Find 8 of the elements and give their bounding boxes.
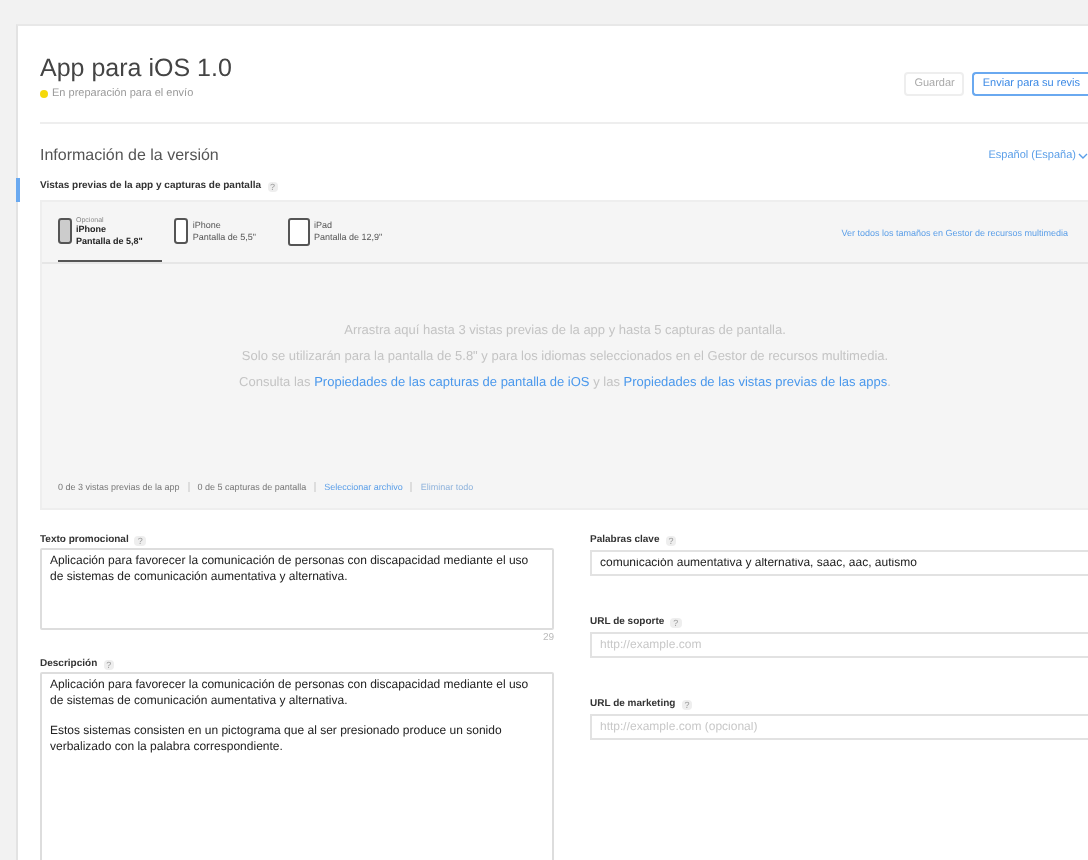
section-marker [16, 178, 19, 202]
chevron-down-icon [1078, 151, 1088, 159]
section-title: Información de la versión [40, 146, 219, 164]
media-drop-zone[interactable] [40, 200, 1088, 510]
app-title: App para iOS 1.0 [40, 54, 232, 82]
phone-icon [58, 218, 72, 244]
phone-icon [174, 218, 189, 244]
tablet-icon [288, 217, 311, 245]
